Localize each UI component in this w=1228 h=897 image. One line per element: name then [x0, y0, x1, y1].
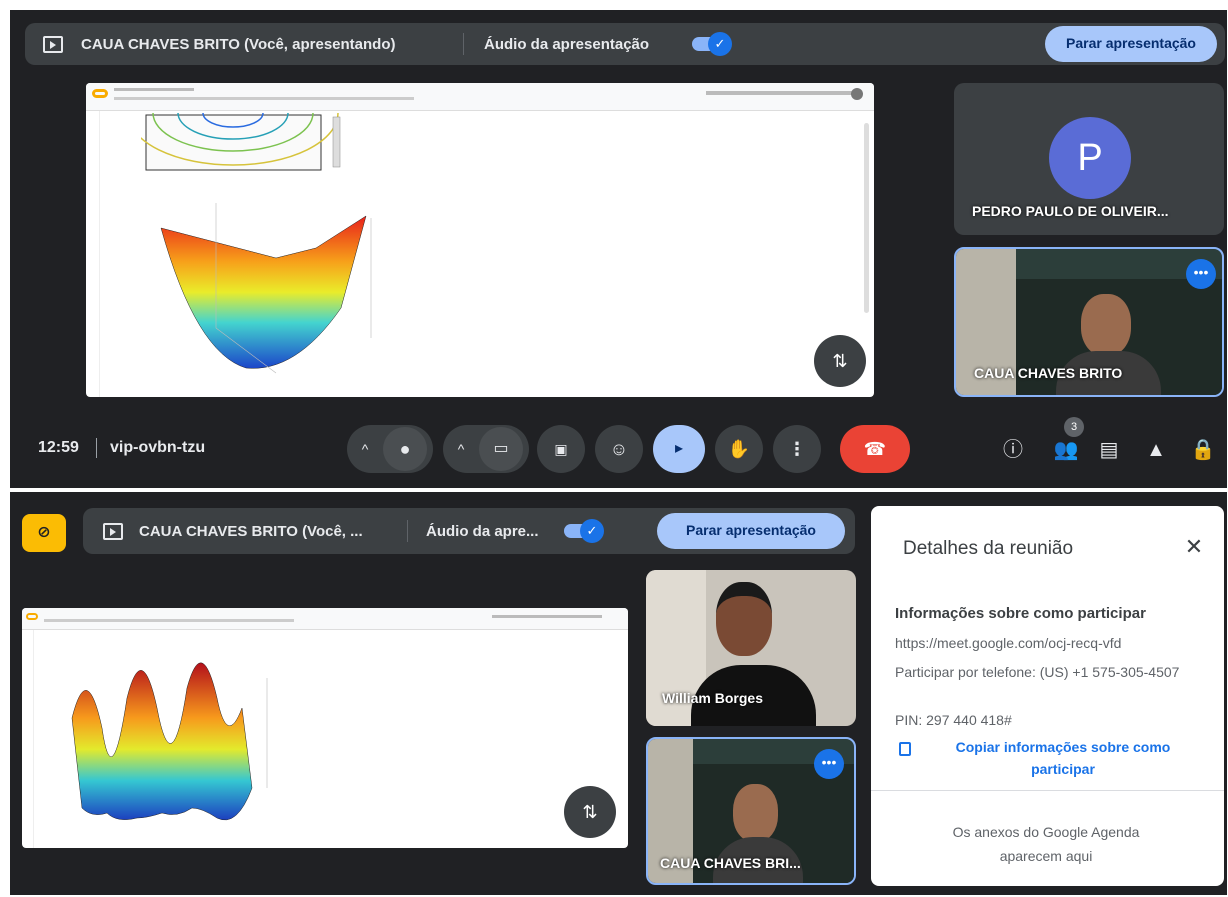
phone-info: Participar por telefone: (US) +1 575-305…	[895, 664, 1180, 680]
divider	[96, 438, 97, 458]
more-options-button[interactable]: •••	[814, 749, 844, 779]
end-call-button[interactable]: ☎	[840, 425, 910, 473]
notebook-header	[22, 608, 628, 630]
participant-name: PEDRO PAULO DE OLIVEIR...	[972, 203, 1169, 219]
camera-control-group: ^ ▭	[443, 425, 529, 473]
activities-icon[interactable]: ▲	[1143, 437, 1169, 463]
more-options-button[interactable]: ⋮	[773, 425, 821, 473]
present-screen-icon	[103, 522, 123, 540]
colab-logo-icon	[92, 89, 108, 98]
attachments-info: Os anexos do Google Agenda aparecem aqui	[952, 824, 1140, 864]
close-icon[interactable]: ✕	[1181, 534, 1207, 560]
contour-plot	[141, 113, 341, 171]
meeting-details-panel: Detalhes da reunião ✕ Informações sobre …	[871, 506, 1224, 886]
scrollbar[interactable]	[864, 123, 869, 313]
shared-screen: ⇅	[22, 608, 628, 848]
check-icon: ✓	[580, 519, 604, 543]
participant-tile[interactable]: William Borges	[646, 570, 856, 726]
participant-tile[interactable]: P PEDRO PAULO DE OLIVEIR...	[954, 83, 1224, 235]
left-toolbar	[22, 630, 34, 848]
menu-line	[114, 97, 414, 100]
participant-name: CAUA CHAVES BRI...	[660, 855, 801, 871]
stop-presenting-button[interactable]: Parar apresentação	[1045, 26, 1217, 62]
present-button[interactable]: ▸	[653, 425, 705, 473]
audio-label: Áudio da apresentação	[484, 35, 650, 53]
surface-plot-paraboloid	[160, 203, 372, 374]
avatar: P	[1049, 117, 1131, 199]
avatar	[851, 88, 863, 100]
menu-line	[706, 91, 856, 95]
chevron-up-icon[interactable]: ^	[443, 441, 479, 457]
person-head	[1081, 294, 1131, 356]
captions-button[interactable]: ▣	[537, 425, 585, 473]
participant-tile[interactable]: ••• CAUA CHAVES BRI...	[646, 737, 856, 885]
more-options-button[interactable]: •••	[1186, 259, 1216, 289]
meeting-time: 12:59	[38, 439, 79, 456]
people-count-badge: 3	[1064, 417, 1084, 437]
camera-off-warning-icon[interactable]: ⊘	[22, 514, 66, 552]
chat-icon[interactable]: ▤	[1096, 437, 1122, 463]
microphone-icon[interactable]: ●	[383, 427, 427, 471]
mic-control-group: ^ ●	[347, 425, 433, 473]
copy-info-link[interactable]: Copiar informações sobre como participar	[923, 736, 1203, 780]
divider	[871, 790, 1224, 791]
menu-line	[492, 615, 602, 618]
divider	[463, 33, 464, 55]
join-info-heading: Informações sobre como participar	[895, 605, 1146, 622]
panel-title: Detalhes da reunião	[903, 538, 1074, 559]
move-button[interactable]: ⇅	[564, 786, 616, 838]
menu-line	[44, 619, 294, 622]
divider	[407, 520, 408, 542]
person-head	[716, 582, 772, 656]
meeting-code: vip-ovbn-tzu	[110, 439, 206, 456]
move-button[interactable]: ⇅	[814, 335, 866, 387]
raise-hand-button[interactable]: ✋	[715, 425, 763, 473]
participant-tile[interactable]: ••• CAUA CHAVES BRITO	[954, 247, 1224, 397]
info-icon[interactable]: ⓘ	[1000, 437, 1026, 463]
participant-name: William Borges	[662, 690, 764, 706]
emoji-button[interactable]: ☺	[595, 425, 643, 473]
present-screen-icon	[43, 35, 63, 53]
presentation-bar: CAUA CHAVES BRITO (Você, apresentando) Á…	[25, 23, 1225, 65]
meet-window-top: CAUA CHAVES BRITO (Você, apresentando) Á…	[10, 10, 1227, 488]
people-icon[interactable]: 👥	[1053, 437, 1079, 463]
presenter-label: CAUA CHAVES BRITO (Você, apresentando)	[81, 35, 396, 53]
shared-screen: ⇅	[86, 83, 874, 397]
host-controls-icon[interactable]: 🔒	[1190, 437, 1216, 463]
surface-plot-wave	[71, 662, 268, 821]
person-head	[733, 784, 778, 842]
menu-line	[114, 88, 194, 91]
presentation-bar: CAUA CHAVES BRITO (Você, ... Áudio da ap…	[83, 508, 855, 554]
pin-info: PIN: 297 440 418#	[895, 712, 1012, 728]
audio-label: Áudio da apre...	[426, 522, 539, 540]
meet-window-bottom: ⊘ CAUA CHAVES BRITO (Você, ... Áudio da …	[10, 492, 1227, 895]
stop-presenting-button[interactable]: Parar apresentação	[657, 513, 845, 549]
left-toolbar	[86, 111, 100, 397]
check-icon: ✓	[708, 32, 732, 56]
copy-icon[interactable]	[899, 742, 911, 756]
participant-name: CAUA CHAVES BRITO	[974, 365, 1123, 381]
chevron-up-icon[interactable]: ^	[347, 441, 383, 457]
presenter-label: CAUA CHAVES BRITO (Você, ...	[139, 522, 363, 540]
meeting-link[interactable]: https://meet.google.com/ocj-recq-vfd	[895, 635, 1121, 651]
notebook-header	[86, 83, 874, 111]
audio-toggle[interactable]: ✓	[564, 519, 604, 543]
audio-toggle[interactable]: ✓	[692, 32, 732, 56]
camera-icon[interactable]: ▭	[479, 427, 523, 471]
colab-logo-icon	[26, 613, 38, 620]
